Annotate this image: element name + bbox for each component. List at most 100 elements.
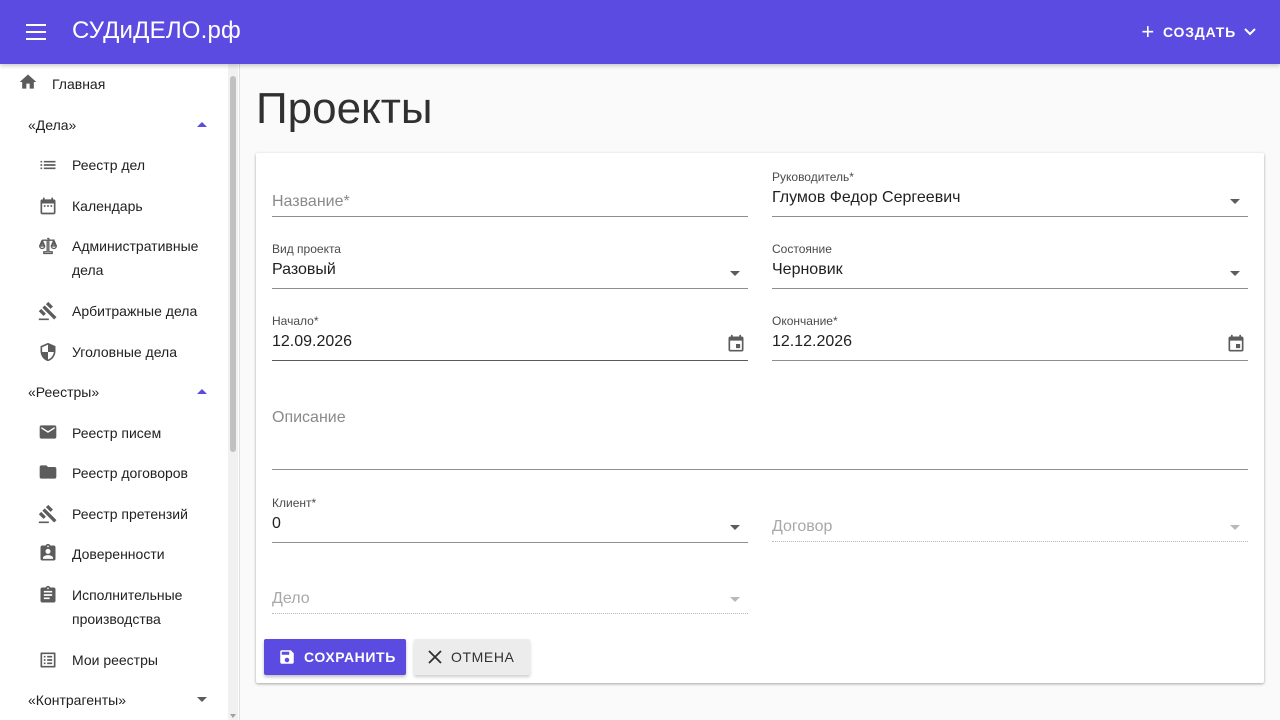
assignment-icon: [40, 585, 56, 603]
sidebar-group-counterparties[interactable]: «Контрагенты»: [0, 688, 228, 712]
project-type-label: Вид проекта: [272, 242, 341, 256]
sidebar-group-label: «Реестры»: [28, 384, 100, 400]
state-value: Черновик: [772, 261, 843, 278]
collapse-icon: [197, 389, 207, 394]
collapse-icon: [197, 122, 207, 127]
sidebar-group-label: «Дела»: [28, 117, 77, 133]
dropdown-arrow-icon: [730, 597, 740, 602]
save-icon: [280, 650, 294, 664]
start-date-value: 12.09.2026: [272, 333, 353, 350]
expand-icon: [197, 697, 207, 702]
calendar-icon: [40, 197, 56, 215]
description-underline: [272, 469, 1248, 470]
sidebar-item-my-registries[interactable]: Мои реестры: [0, 648, 228, 672]
badge-icon: [40, 543, 56, 561]
project-type-value: Разовый: [272, 261, 336, 278]
case-underline: [272, 613, 748, 614]
create-button[interactable]: + СОЗДАТЬ: [1141, 18, 1256, 46]
sidebar-item-calendar[interactable]: Календарь: [0, 194, 228, 218]
gavel-icon: [38, 504, 57, 524]
sidebar-item-label: Реестр дел: [72, 157, 146, 173]
calendar-icon[interactable]: [726, 334, 746, 354]
sidebar-scrollbar[interactable]: [228, 64, 238, 720]
description-placeholder: Описание: [272, 409, 346, 426]
sidebar-item-home[interactable]: Главная: [0, 72, 228, 96]
start-date-field[interactable]: Начало* 12.09.2026: [272, 314, 748, 362]
cancel-button[interactable]: ОТМЕНА: [414, 639, 530, 675]
list-icon: [40, 160, 56, 170]
app-brand[interactable]: СУДиДЕЛО.рф: [72, 17, 241, 45]
home-icon: [19, 74, 37, 89]
sidebar-item-label: Административные дела: [72, 238, 199, 278]
sidebar-item-label: Календарь: [72, 198, 143, 214]
start-date-label: Начало*: [272, 314, 319, 328]
name-underline: [272, 216, 748, 217]
cancel-button-label: ОТМЕНА: [451, 649, 515, 665]
sidebar-item-label: Исполнительные производства: [72, 587, 183, 627]
sidebar: Главная «Дела» Реестр дел Календарь Адми…: [0, 64, 240, 720]
sidebar-item-administrative[interactable]: Административные дела: [0, 234, 228, 282]
save-button-label: СОХРАНИТЬ: [304, 649, 396, 665]
manager-value: Глумов Федор Сергеевич: [772, 189, 961, 206]
sidebar-item-label: Мои реестры: [72, 652, 158, 668]
sidebar-item-label: Доверенности: [72, 546, 165, 562]
scrollbar-thumb[interactable]: [230, 76, 236, 452]
client-value: 0: [272, 515, 281, 532]
client-label: Клиент*: [272, 496, 317, 510]
dropdown-arrow-icon: [730, 525, 740, 530]
manager-label: Руководитель*: [772, 170, 854, 184]
sidebar-item-enforcement[interactable]: Исполнительные производства: [0, 583, 228, 631]
save-button[interactable]: СОХРАНИТЬ: [264, 639, 406, 675]
sidebar-item-letters[interactable]: Реестр писем: [0, 421, 228, 445]
menu-icon[interactable]: [20, 20, 52, 44]
name-placeholder: Название*: [272, 193, 350, 210]
sidebar-item-contracts[interactable]: Реестр договоров: [0, 461, 228, 485]
description-field[interactable]: Описание: [272, 395, 1248, 471]
sidebar-item-label: Главная: [52, 76, 106, 92]
dropdown-arrow-icon: [730, 271, 740, 276]
client-underline: [272, 542, 748, 543]
sidebar-group-registries[interactable]: «Реестры»: [0, 380, 228, 404]
client-select[interactable]: Клиент* 0: [272, 496, 748, 544]
sidebar-item-arbitration[interactable]: Арбитражные дела: [0, 299, 228, 323]
gavel-icon: [38, 301, 57, 321]
sidebar-group-cases[interactable]: «Дела»: [0, 113, 228, 137]
close-icon: [428, 650, 442, 664]
project-type-underline: [272, 288, 748, 289]
end-date-field[interactable]: Окончание* 12.12.2026: [772, 314, 1248, 362]
case-placeholder: Дело: [272, 590, 310, 607]
sidebar-item-label: Уголовные дела: [72, 344, 178, 360]
case-select[interactable]: Дело: [272, 576, 748, 616]
sidebar-item-cases-registry[interactable]: Реестр дел: [0, 153, 228, 177]
mail-icon: [39, 425, 57, 439]
sidebar-item-powers-of-attorney[interactable]: Доверенности: [0, 542, 228, 566]
scales-icon: [38, 237, 58, 255]
name-field[interactable]: Название*: [272, 178, 748, 218]
sidebar-item-label: Реестр претензий: [72, 506, 188, 522]
page-title: Проекты: [256, 84, 433, 133]
dropdown-arrow-icon: [1230, 271, 1240, 276]
create-button-label: СОЗДАТЬ: [1162, 24, 1236, 40]
manager-select[interactable]: Руководитель* Глумов Федор Сергеевич: [772, 170, 1248, 218]
contract-select[interactable]: Договор: [772, 504, 1248, 544]
app-bar: СУДиДЕЛО.рф + СОЗДАТЬ: [0, 0, 1280, 64]
state-select[interactable]: Состояние Черновик: [772, 242, 1248, 290]
end-date-underline: [772, 360, 1248, 361]
sidebar-item-label: Реестр писем: [72, 425, 162, 441]
sidebar-item-claims[interactable]: Реестр претензий: [0, 502, 228, 526]
dropdown-arrow-icon: [1230, 199, 1240, 204]
sidebar-item-criminal[interactable]: Уголовные дела: [0, 340, 228, 364]
manager-underline: [772, 216, 1248, 217]
calendar-icon[interactable]: [1226, 334, 1246, 354]
shield-icon: [40, 342, 56, 362]
end-date-value: 12.12.2026: [772, 333, 853, 350]
scroll-down-arrow[interactable]: [230, 714, 236, 718]
contract-underline: [772, 541, 1248, 542]
sidebar-group-label: «Контрагенты»: [28, 692, 127, 708]
state-label: Состояние: [772, 242, 832, 256]
state-underline: [772, 288, 1248, 289]
sidebar-item-label: Реестр договоров: [72, 465, 188, 481]
list-alt-icon: [40, 652, 56, 668]
end-date-label: Окончание*: [772, 314, 838, 328]
project-type-select[interactable]: Вид проекта Разовый: [272, 242, 748, 290]
